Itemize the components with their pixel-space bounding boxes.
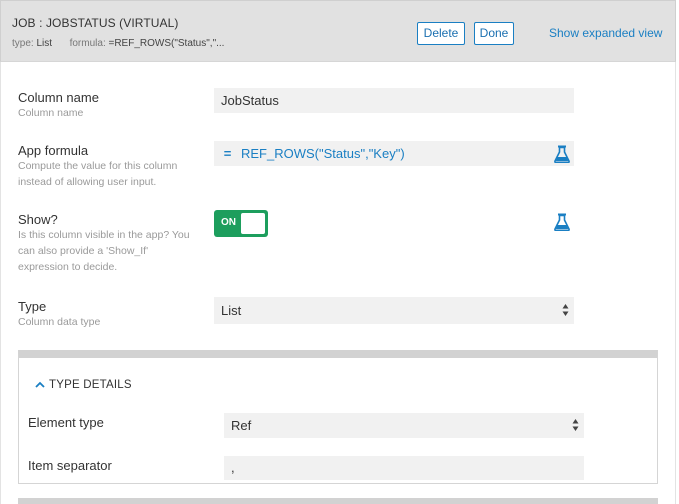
next-section-bar (18, 498, 658, 504)
column-title: JOB : JOBSTATUS (VIRTUAL) (12, 16, 179, 30)
app-formula-hint: Compute the value for this column instea… (18, 160, 178, 188)
select-arrows-icon (562, 304, 569, 316)
item-separator-label: Item separator (28, 458, 112, 473)
show-label: Show? (18, 212, 58, 227)
app-formula-value: REF_ROWS("Status","Key") (241, 146, 405, 161)
formula-summary-label: formula: (69, 38, 106, 49)
chevron-up-icon (35, 379, 49, 391)
element-type-label: Element type (28, 415, 104, 430)
type-details-section: TYPE DETAILS Element type Ref Item separ… (18, 350, 658, 484)
app-formula-input[interactable]: = REF_ROWS("Status","Key") (214, 141, 574, 166)
flask-icon[interactable] (554, 145, 570, 163)
toggle-on-label: ON (221, 217, 236, 228)
formula-equals-sign: = (223, 146, 232, 161)
type-select-value: List (221, 303, 242, 318)
column-summary: type: List formula: =REF_ROWS("Status","… (12, 38, 224, 49)
done-button[interactable]: Done (474, 22, 514, 45)
app-formula-label: App formula (18, 143, 89, 158)
column-header: JOB : JOBSTATUS (VIRTUAL) type: List for… (0, 0, 676, 62)
formula-summary-value: =REF_ROWS("Status","... (108, 38, 225, 49)
type-summary-label: type: (12, 38, 34, 49)
select-arrows-icon (572, 419, 579, 431)
type-summary-value: List (36, 38, 53, 49)
type-label: Type (18, 299, 47, 314)
type-select[interactable]: List (214, 297, 574, 324)
type-details-title: TYPE DETAILS (49, 379, 132, 391)
show-hint: Is this column visible in the app? You c… (18, 229, 190, 273)
type-details-toggle[interactable]: TYPE DETAILS (35, 379, 132, 391)
element-type-value: Ref (231, 418, 252, 433)
show-expanded-view-link[interactable]: Show expanded view (549, 26, 662, 40)
show-toggle[interactable]: ON (214, 210, 268, 237)
element-type-select[interactable]: Ref (224, 413, 584, 438)
toggle-knob (241, 213, 265, 234)
column-name-hint: Column name (18, 107, 84, 119)
delete-button[interactable]: Delete (417, 22, 465, 45)
type-hint: Column data type (18, 316, 101, 328)
column-name-label: Column name (18, 90, 99, 105)
column-name-input[interactable]: JobStatus (214, 88, 574, 113)
flask-icon[interactable] (554, 213, 570, 231)
item-separator-input[interactable]: , (224, 456, 584, 480)
column-settings-panel: Column name Column name JobStatus App fo… (0, 62, 676, 504)
